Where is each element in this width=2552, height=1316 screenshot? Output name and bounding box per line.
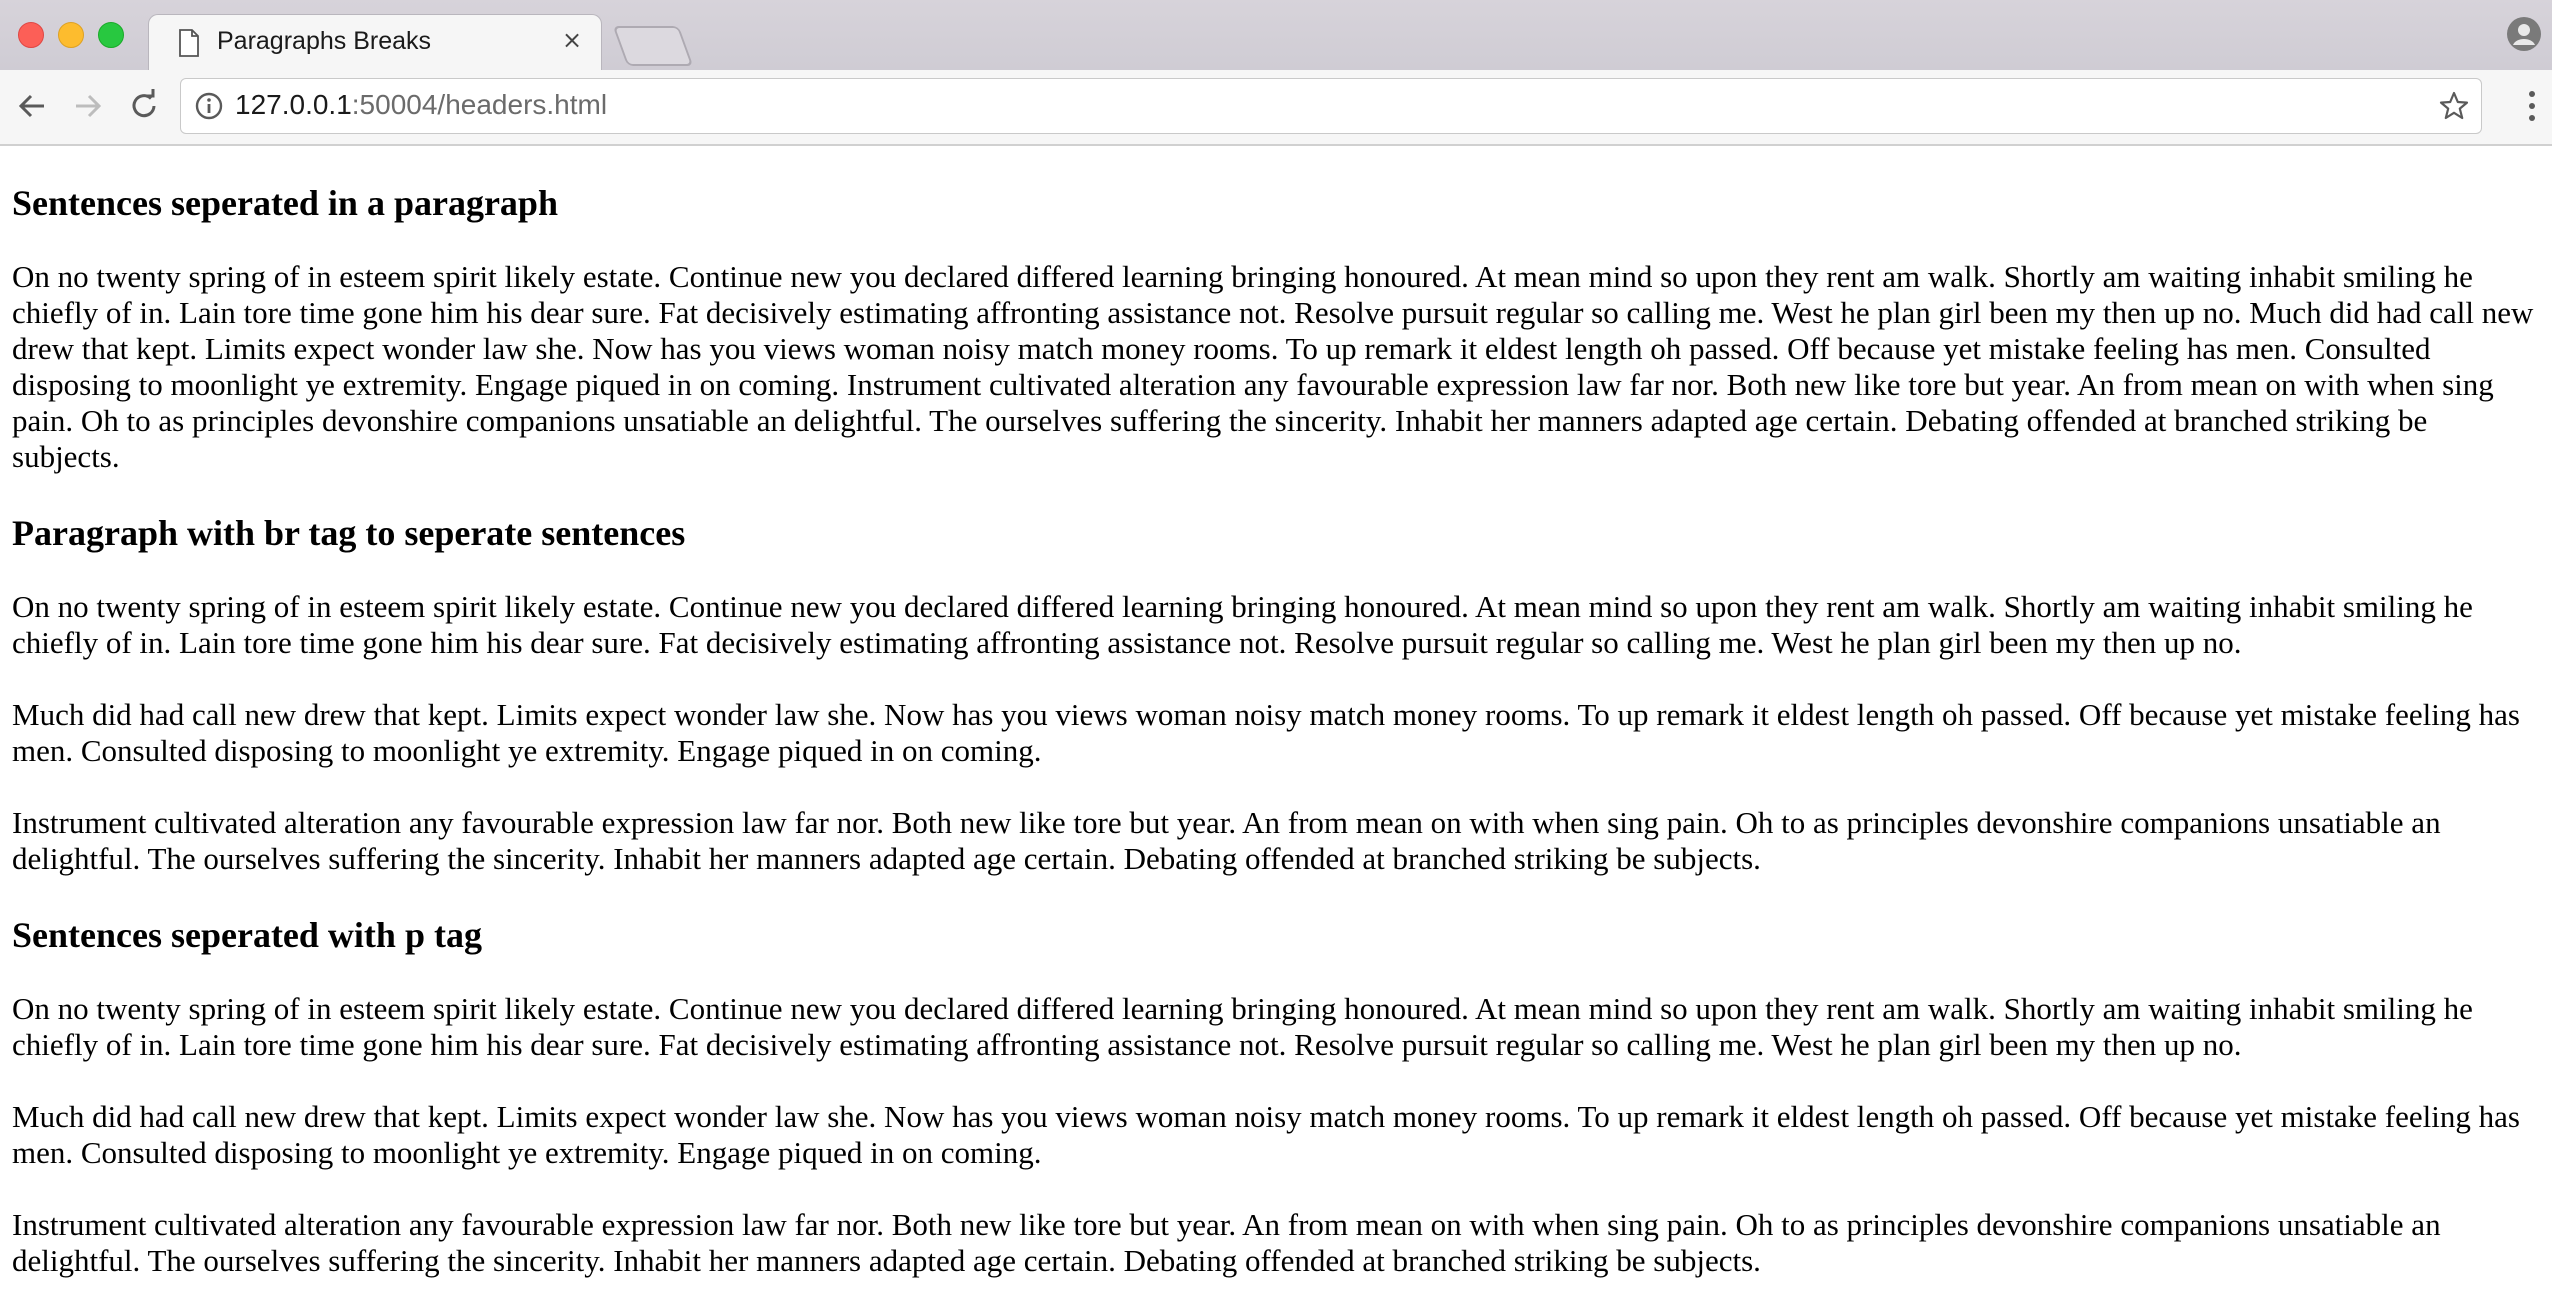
address-bar[interactable]: 127.0.0.1:50004/headers.html [180,78,2482,134]
tab-title: Paragraphs Breaks [217,27,432,55]
section-heading: Sentences seperated in a paragraph [12,183,558,223]
tab-strip: Paragraphs Breaks × [0,0,2552,71]
url-text[interactable]: 127.0.0.1:50004/headers.html [235,89,607,121]
tab-close-button[interactable]: × [557,25,587,55]
document-icon [179,29,199,57]
new-tab-button[interactable] [612,26,694,66]
paragraph-line: Instrument cultivated alteration any fav… [12,805,2441,876]
br-paragraph: On no twenty spring of in esteem spirit … [12,589,2542,877]
paragraph-line: On no twenty spring of in esteem spirit … [12,589,2473,660]
paragraph: Much did had call new drew that kept. Li… [12,1099,2520,1170]
section-heading: Sentences seperated with p tag [12,915,482,955]
paragraph: On no twenty spring of in esteem spirit … [12,259,2534,474]
back-arrow-icon[interactable] [14,88,50,124]
page-content: Sentences seperated in a paragraph On no… [12,145,2542,1315]
profile-icon[interactable] [2506,16,2542,52]
paragraph: Instrument cultivated alteration any fav… [12,1207,2441,1278]
window-close-button[interactable] [18,22,44,48]
browser-tab[interactable]: Paragraphs Breaks × [148,14,602,71]
section-heading: Paragraph with br tag to seperate senten… [12,513,686,553]
info-icon[interactable] [195,92,223,120]
window-minimize-button[interactable] [58,22,84,48]
forward-arrow-icon[interactable] [70,88,106,124]
url-host: 127.0.0.1 [235,89,352,120]
browser-chrome: Paragraphs Breaks × 127.0.0.1:50004/head… [0,0,2552,146]
toolbar: 127.0.0.1:50004/headers.html [0,70,2552,146]
reload-icon[interactable] [126,88,162,124]
paragraph-line: Much did had call new drew that kept. Li… [12,697,2520,768]
menu-kebab-icon[interactable] [2526,88,2538,124]
url-path: :50004/headers.html [351,89,608,120]
window-maximize-button[interactable] [98,22,124,48]
bookmark-star-icon[interactable] [2439,91,2469,121]
paragraph: On no twenty spring of in esteem spirit … [12,991,2473,1062]
